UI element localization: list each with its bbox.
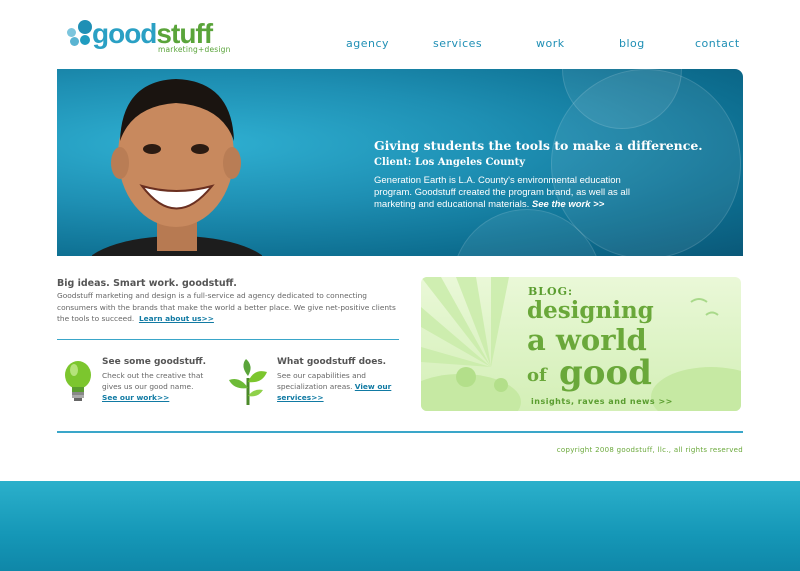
intro-heading: Big ideas. Smart work. goodstuff. — [57, 278, 237, 289]
page: goodstuff marketing+design agency servic… — [0, 0, 800, 571]
feature-body: Check out the creative that gives us our… — [102, 371, 204, 402]
lightbulb-icon — [65, 361, 91, 401]
feature-title: See some goodstuff. — [102, 357, 207, 367]
blog-title-line3b: good — [559, 353, 652, 393]
blog-cta-link[interactable]: insights, raves and news >> — [531, 397, 673, 406]
divider — [57, 339, 399, 340]
see-our-work-link[interactable]: See our work>> — [102, 393, 169, 402]
feature-what-goodstuff-does: What goodstuff does. See our capabilitie… — [277, 357, 392, 403]
blog-title-line2: a world — [527, 323, 647, 357]
intro-body: Goodstuff marketing and design is a full… — [57, 291, 396, 323]
learn-about-us-link[interactable]: Learn about us>> — [139, 314, 214, 323]
blog-title-line3a: of — [527, 365, 547, 386]
nav-blog[interactable]: blog — [619, 37, 645, 51]
hero-client: Client: Los Angeles County — [374, 157, 526, 168]
nav-agency[interactable]: agency — [346, 37, 389, 51]
nav-services[interactable]: services — [433, 37, 482, 51]
hero-see-work-link[interactable]: See the work >> — [532, 199, 604, 210]
copyright: copyright 2008 goodstuff, llc., all righ… — [556, 446, 743, 454]
feature-see-goodstuff: See some goodstuff. Check out the creati… — [102, 357, 217, 403]
blog-title-line1: designing — [527, 297, 654, 324]
hero-body: Generation Earth is L.A. County's enviro… — [374, 175, 630, 210]
footer-divider — [57, 431, 743, 433]
feature-body: See our capabilities and specialization … — [277, 371, 392, 402]
feature-title: What goodstuff does. — [277, 357, 387, 367]
plant-icon — [229, 359, 267, 405]
nav-contact[interactable]: contact — [695, 37, 740, 51]
logo[interactable]: goodstuff marketing+design — [66, 18, 230, 56]
hero-banner[interactable]: Giving students the tools to make a diff… — [57, 69, 743, 256]
hero-headline: Giving students the tools to make a diff… — [374, 138, 703, 153]
student-photo — [92, 79, 262, 256]
logo-tagline: marketing+design — [158, 45, 231, 54]
footer-band — [0, 481, 800, 571]
blog-banner[interactable]: BLOG: designing a world of good insights… — [421, 277, 741, 411]
nav-work[interactable]: work — [536, 37, 565, 51]
